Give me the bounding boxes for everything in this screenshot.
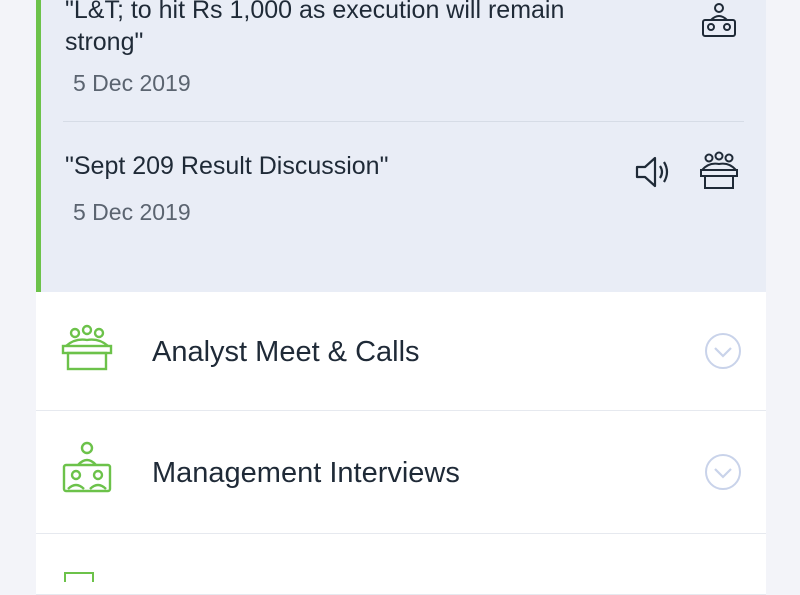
meeting-icon[interactable]	[699, 2, 739, 42]
audio-icon[interactable]	[633, 152, 673, 192]
chevron-down-icon[interactable]	[704, 453, 742, 491]
chevron-down-icon[interactable]	[704, 332, 742, 370]
divider	[63, 121, 744, 122]
item-title: "Sept 209 Result Discussion"	[65, 152, 389, 180]
item-title: "L&T; to hit Rs 1,000 as execution will …	[65, 0, 565, 56]
item-date: 5 Dec 2019	[73, 199, 191, 225]
section-analyst-meet[interactable]: Analyst Meet & Calls	[36, 292, 766, 411]
expanded-section-panel: "L&T; to hit Rs 1,000 as execution will …	[36, 0, 766, 292]
section-management-interviews[interactable]: Management Interviews	[36, 411, 766, 534]
section-label: Analyst Meet & Calls	[152, 336, 420, 368]
meeting-icon[interactable]	[697, 150, 741, 192]
podium-group-icon	[61, 324, 113, 371]
section-icon	[64, 572, 94, 582]
interview-icon	[62, 441, 112, 493]
item-date: 5 Dec 2019	[73, 70, 191, 96]
section-partial[interactable]	[36, 534, 766, 595]
section-label: Management Interviews	[152, 457, 460, 489]
